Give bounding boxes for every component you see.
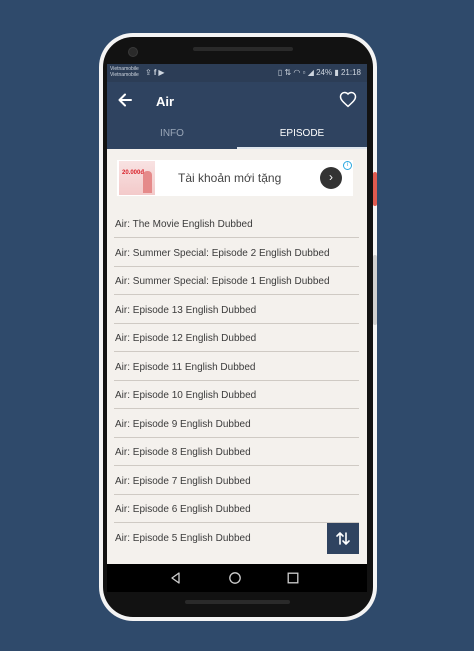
bottom-speaker <box>185 600 290 604</box>
top-speaker <box>193 47 293 51</box>
list-item[interactable]: Air: Episode 10 English Dubbed <box>114 381 359 409</box>
ad-image-text: 20.000đ <box>122 170 145 176</box>
list-item[interactable]: Air: Episode 7 English Dubbed <box>114 467 359 495</box>
episode-title: Air: Episode 8 English Dubbed <box>115 447 251 458</box>
episode-title: Air: Summer Special: Episode 1 English D… <box>115 276 330 287</box>
list-item[interactable]: Air: Episode 12 English Dubbed <box>114 324 359 352</box>
home-nav-icon[interactable] <box>228 571 242 585</box>
wifi-icon: ◠ <box>293 68 301 77</box>
upload-icon: ⇪ <box>145 68 154 77</box>
notification-icons: ⇪f▶ <box>145 68 167 77</box>
carrier-line-2: Vietnamobile <box>110 72 139 78</box>
episode-title: Air: Episode 5 English Dubbed <box>115 532 251 544</box>
data-icon: ⇅ <box>284 68 292 77</box>
battery-text: 24% <box>316 68 333 77</box>
app-bar: Air INFO EPISODE <box>107 82 367 149</box>
page-title: Air <box>156 94 175 109</box>
youtube-icon: ▶ <box>158 68 167 77</box>
signal-icon: ◢ <box>307 68 314 77</box>
episode-title: Air: Episode 9 English Dubbed <box>115 418 251 430</box>
list-item[interactable]: Air: Summer Special: Episode 2 English D… <box>114 239 359 267</box>
carrier-label: Vietnamobile Vietnamobile <box>110 66 139 78</box>
ad-arrow-icon[interactable]: › <box>320 167 342 189</box>
episode-title: Air: Episode 6 English Dubbed <box>115 504 251 515</box>
favorite-heart-icon[interactable] <box>339 91 357 109</box>
navigation-bar <box>107 564 367 592</box>
vibrate-icon: ▯ <box>277 68 283 77</box>
clock: 21:18 <box>340 68 361 77</box>
episode-title: Air: Episode 11 English Dubbed <box>115 361 256 373</box>
ad-info-icon[interactable]: i <box>343 161 352 170</box>
list-item[interactable]: Air: The Movie English Dubbed <box>114 210 359 238</box>
list-item[interactable]: Air: Episode 5 English Dubbed <box>114 524 359 552</box>
list-item[interactable]: Air: Summer Special: Episode 1 English D… <box>114 267 359 295</box>
ad-text[interactable]: Tài khoản mới tặng <box>178 171 281 185</box>
episode-title: Air: The Movie English Dubbed <box>115 219 253 230</box>
status-right: ▯ ⇅ ◠ ▫ ◢ 24% ▮ 21:18 <box>278 68 361 77</box>
list-item[interactable]: Air: Episode 11 English Dubbed <box>114 353 359 381</box>
status-bar: Vietnamobile Vietnamobile ⇪f▶ ▯ ⇅ ◠ ▫ ◢ … <box>107 64 367 82</box>
episode-title: Air: Episode 12 English Dubbed <box>115 333 257 344</box>
list-item[interactable]: Air: Episode 9 English Dubbed <box>114 410 359 438</box>
sort-arrows-icon <box>336 532 350 545</box>
phone-side-button <box>373 172 377 206</box>
no-sim-icon: ▫ <box>302 68 306 77</box>
episode-title: Air: Episode 13 English Dubbed <box>115 304 257 316</box>
ad-image[interactable]: 20.000đ <box>119 161 155 195</box>
back-arrow-icon[interactable] <box>115 90 135 110</box>
episode-title: Air: Episode 7 English Dubbed <box>115 475 251 487</box>
episode-title: Air: Episode 10 English Dubbed <box>115 390 257 401</box>
phone-side-button <box>373 255 377 325</box>
tab-episode[interactable]: EPISODE <box>237 126 367 149</box>
list-item[interactable]: Air: Episode 13 English Dubbed <box>114 296 359 324</box>
ad-banner[interactable]: 20.000đ Tài khoản mới tặng › i <box>117 160 353 196</box>
recents-nav-icon[interactable] <box>286 571 300 585</box>
tab-info[interactable]: INFO <box>107 126 237 149</box>
list-item[interactable]: Air: Episode 8 English Dubbed <box>114 438 359 466</box>
back-nav-icon[interactable] <box>169 571 183 585</box>
episode-title: Air: Summer Special: Episode 2 English D… <box>115 247 330 259</box>
front-camera <box>128 47 138 57</box>
phone-screen: Vietnamobile Vietnamobile ⇪f▶ ▯ ⇅ ◠ ▫ ◢ … <box>107 64 367 592</box>
battery-icon: ▮ <box>334 68 339 77</box>
sort-button[interactable] <box>327 523 359 554</box>
list-item[interactable]: Air: Episode 6 English Dubbed <box>114 495 359 523</box>
ad-image-person <box>143 171 152 193</box>
